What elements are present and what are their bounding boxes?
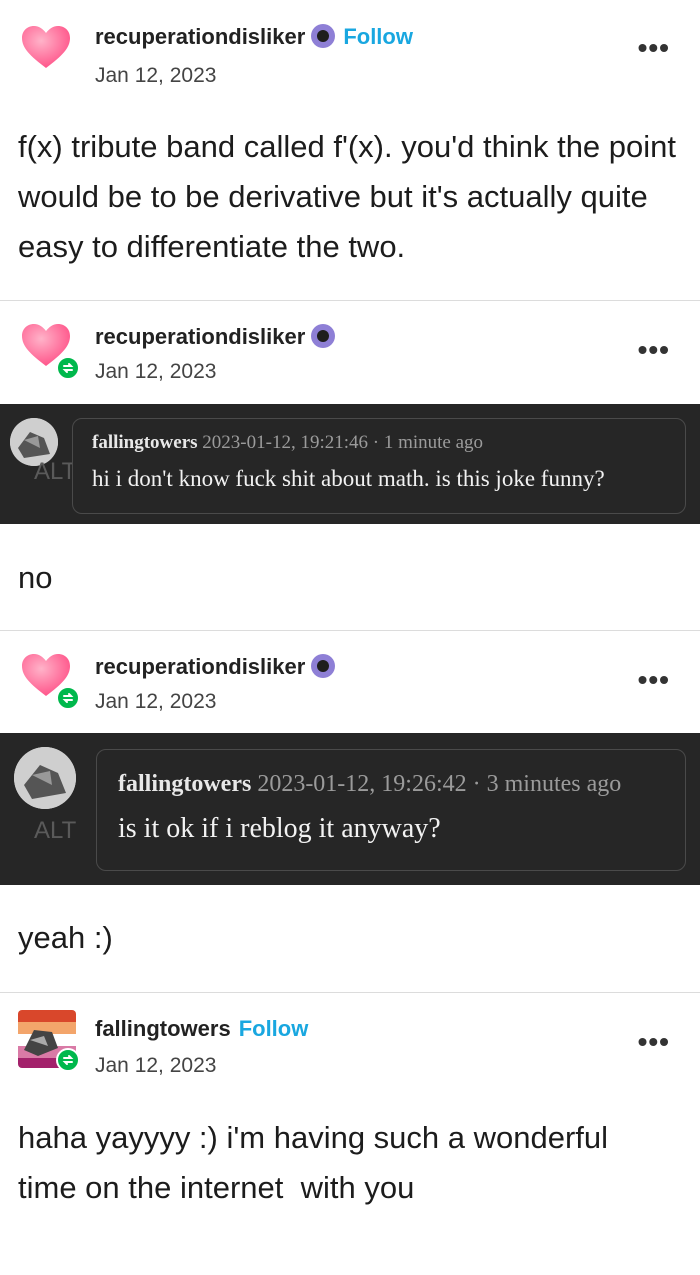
more-options-icon[interactable]: ••• (638, 334, 670, 366)
username[interactable]: recuperationdisliker (95, 654, 336, 680)
post-body: haha yayyyy :) i'm having such a wonderf… (18, 1113, 683, 1213)
alt-label[interactable]: ALT (34, 817, 76, 845)
message-ago: 1 minute ago (383, 432, 484, 453)
meta-separator: · (372, 432, 380, 453)
message-text: is it ok if i reblog it anyway? (118, 813, 441, 844)
post-body: f(x) tribute band called f'(x). you'd th… (18, 129, 677, 264)
badge-icon (311, 324, 336, 348)
post-body: yeah :) (18, 920, 113, 955)
badge-icon (311, 654, 336, 678)
heart-icon (22, 26, 70, 68)
post-body-line-1: haha yayyyy :) i'm having such a wonderf… (18, 1120, 609, 1155)
username-text[interactable]: fallingtowers (95, 1016, 231, 1041)
post-header-1: recuperationdisliker Follow Jan 12, 2023 … (0, 12, 700, 102)
username-text[interactable]: recuperationdisliker (95, 654, 305, 679)
reblog-icon (56, 356, 80, 380)
post-header-4: fallingtowers Follow Jan 12, 2023 ••• (0, 1002, 700, 1092)
post-body: no (18, 560, 53, 595)
message-timestamp: 2023-01-12, 19:26:42 (257, 771, 467, 797)
username[interactable]: recuperationdisliker (95, 324, 336, 350)
message-ago: 3 minutes ago (486, 771, 622, 797)
meta-separator: · (472, 771, 481, 797)
follow-button[interactable]: Follow (239, 1016, 309, 1041)
post-date[interactable]: Jan 12, 2023 (95, 64, 216, 88)
divider (0, 992, 700, 993)
message-timestamp: 2023-01-12, 19:21:46 (202, 432, 369, 453)
message-bubble (96, 749, 686, 871)
message-screenshot-2: ALT fallingtowers 2023-01-12, 19:26:42 ·… (0, 733, 700, 885)
divider (0, 630, 700, 631)
avatar[interactable] (18, 648, 80, 710)
reblog-icon (56, 1048, 80, 1072)
username[interactable]: fallingtowers Follow (95, 1016, 308, 1042)
message-screenshot-1: ALT fallingtowers 2023-01-12, 19:21:46 ·… (0, 404, 700, 524)
message-text: hi i don't know fuck shit about math. is… (92, 466, 605, 491)
username-text[interactable]: recuperationdisliker (95, 324, 305, 349)
more-options-icon[interactable]: ••• (638, 1026, 670, 1058)
message-header: fallingtowers 2023-01-12, 19:21:46 · 1 m… (92, 432, 483, 454)
username-text[interactable]: recuperationdisliker (95, 24, 305, 49)
message-sender: fallingtowers (92, 432, 198, 453)
post-date[interactable]: Jan 12, 2023 (95, 1054, 216, 1078)
divider (0, 300, 700, 301)
post-header-2: recuperationdisliker Jan 12, 2023 ••• (0, 310, 700, 400)
badge-icon (311, 24, 336, 48)
message-header: fallingtowers 2023-01-12, 19:26:42 · 3 m… (118, 771, 621, 798)
message-sender: fallingtowers (118, 771, 252, 797)
sender-avatar (14, 747, 76, 809)
username[interactable]: recuperationdisliker Follow (95, 24, 413, 50)
more-options-icon[interactable]: ••• (638, 32, 670, 64)
post-date[interactable]: Jan 12, 2023 (95, 360, 216, 384)
avatar[interactable] (18, 20, 76, 78)
reblog-icon (56, 686, 80, 710)
follow-button[interactable]: Follow (343, 24, 413, 49)
post-date[interactable]: Jan 12, 2023 (95, 690, 216, 714)
alt-label[interactable]: ALT (34, 458, 76, 486)
avatar[interactable] (18, 318, 80, 380)
post-header-3: recuperationdisliker Jan 12, 2023 ••• (0, 640, 700, 730)
post-body-line-2: time on the internet with you (18, 1170, 415, 1205)
more-options-icon[interactable]: ••• (638, 664, 670, 696)
